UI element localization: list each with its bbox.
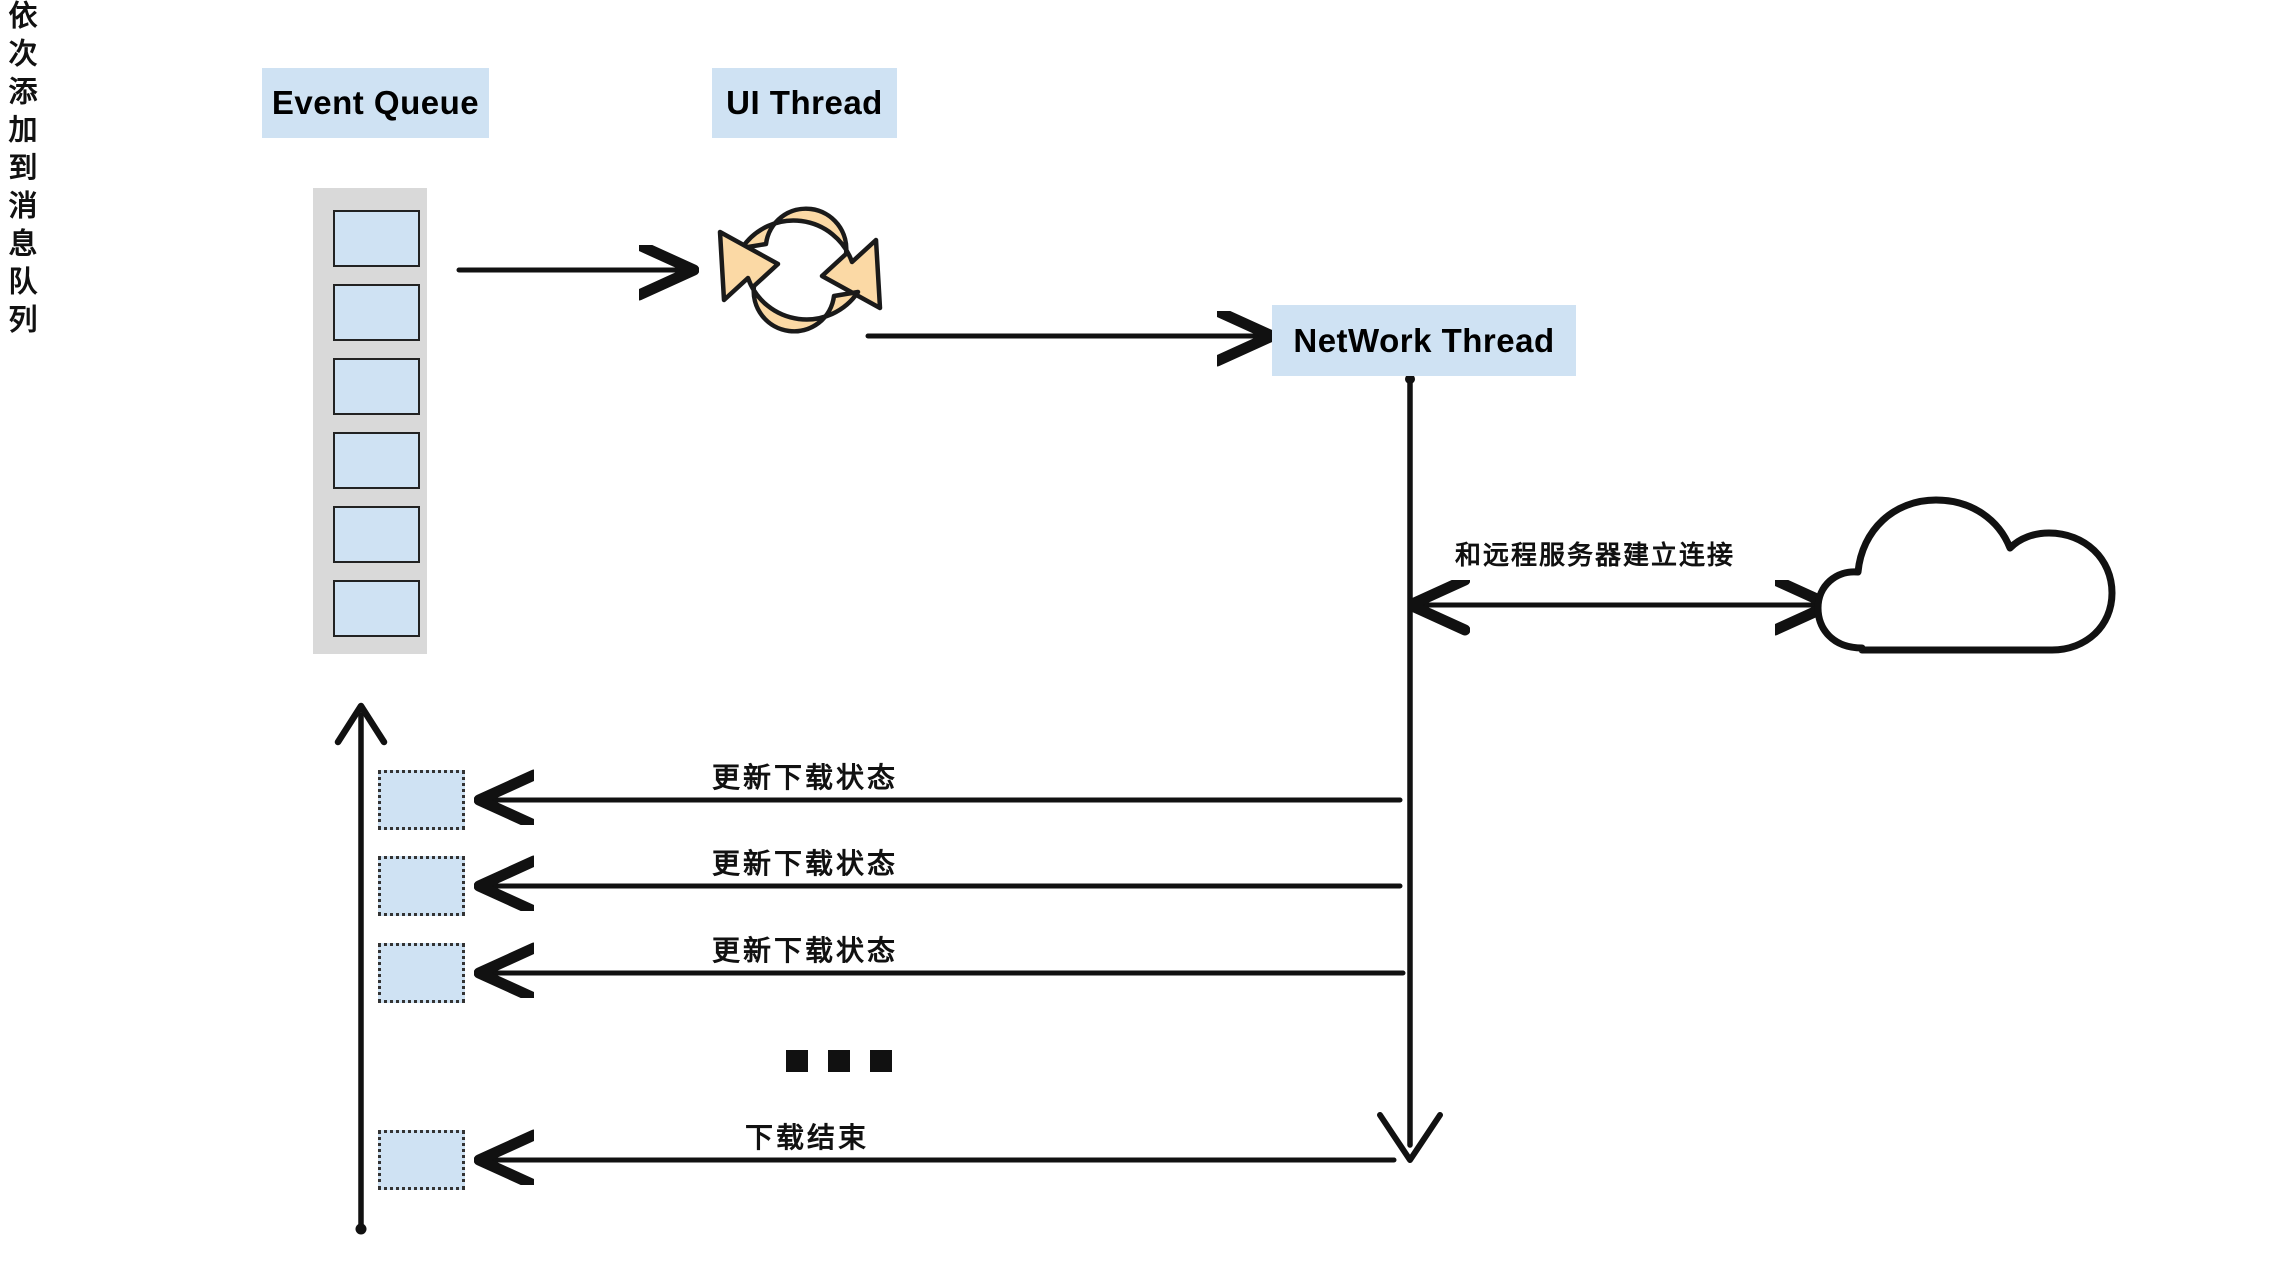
ellipsis-dot bbox=[828, 1050, 850, 1072]
network-thread-lifeline bbox=[1377, 374, 1443, 1163]
message-label-2: 更新下载状态 bbox=[712, 847, 899, 880]
queue-cell bbox=[333, 358, 420, 415]
queue-cell bbox=[333, 580, 420, 637]
message-label-1: 更新下载状态 bbox=[712, 761, 899, 794]
message-cell bbox=[378, 1130, 465, 1190]
queue-cell bbox=[333, 506, 420, 563]
diagram-canvas: Event Queue UI Thread NetWork Thread 更新下… bbox=[0, 0, 2284, 1285]
queue-cell bbox=[333, 432, 420, 489]
ellipsis-dot bbox=[786, 1050, 808, 1072]
ellipsis-dot bbox=[870, 1050, 892, 1072]
message-cell bbox=[378, 856, 465, 916]
cloud-icon bbox=[1814, 496, 2116, 654]
ellipsis-squares-icon bbox=[786, 1048, 906, 1074]
refresh-loop-icon bbox=[717, 206, 883, 334]
message-cell bbox=[378, 943, 465, 1003]
queue-cell bbox=[333, 210, 420, 267]
label-network-thread: NetWork Thread bbox=[1272, 305, 1576, 376]
event-queue-container bbox=[313, 188, 427, 654]
message-label-4: 下载结束 bbox=[745, 1121, 870, 1154]
label-ui-thread: UI Thread bbox=[712, 68, 897, 138]
label-event-queue: Event Queue bbox=[262, 68, 489, 138]
message-label-3: 更新下载状态 bbox=[712, 934, 899, 967]
queue-cell bbox=[333, 284, 420, 341]
label-connect-remote-server: 和远程服务器建立连接 bbox=[1455, 541, 1736, 571]
message-cell bbox=[378, 770, 465, 830]
